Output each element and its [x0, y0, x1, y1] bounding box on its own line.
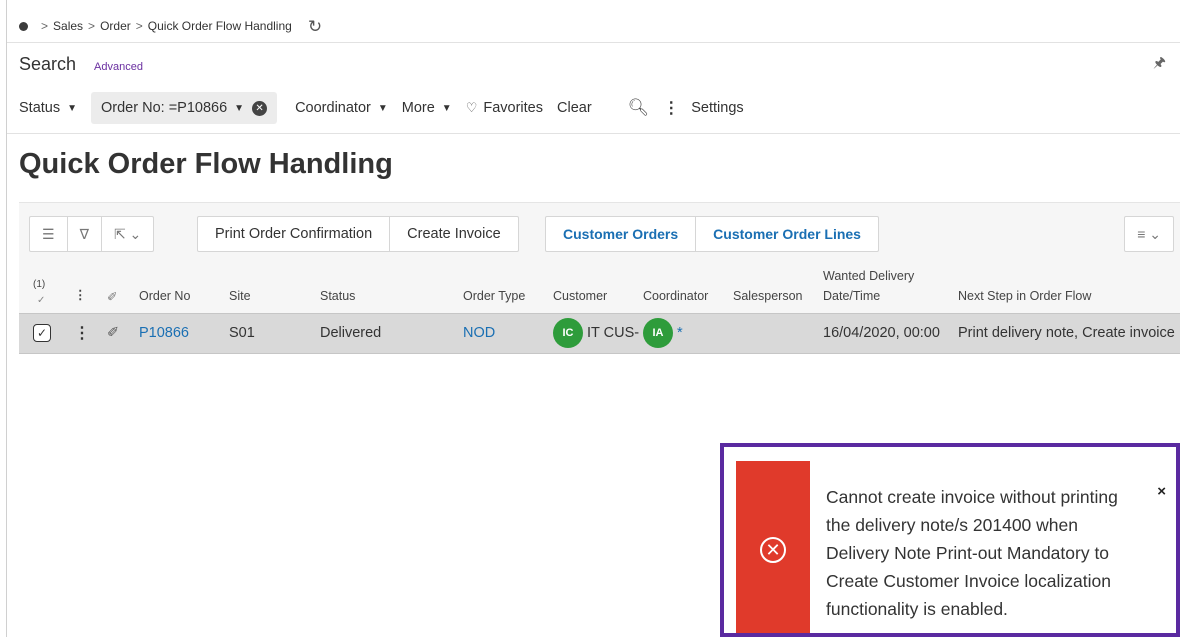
customer-avatar: IC — [553, 318, 583, 348]
pin-icon[interactable]: 🖈︎ — [1153, 52, 1166, 76]
column-customer[interactable]: Customer — [553, 289, 607, 303]
coordinator-cell[interactable]: IA * — [643, 318, 683, 348]
home-icon[interactable] — [19, 21, 28, 31]
action-buttons: Print Order Confirmation Create Invoice — [197, 216, 519, 252]
check-icon: ✓ — [37, 295, 46, 306]
search-icon[interactable]: 🔍︎ — [628, 98, 650, 118]
clear-filter-icon[interactable]: ✕ — [252, 100, 268, 116]
next-step-value: Print delivery note, Create invoice — [958, 325, 1175, 341]
settings-button[interactable]: Settings — [691, 100, 743, 116]
customer-orders-button[interactable]: Customer Orders — [546, 217, 697, 251]
coordinator-filter[interactable]: Coordinator ▼ — [295, 100, 388, 116]
customer-cell[interactable]: IC IT CUS- — [553, 318, 639, 348]
customer-order-lines-button[interactable]: Customer Order Lines — [696, 217, 878, 251]
column-wanted-delivery[interactable]: Wanted Delivery — [823, 269, 914, 283]
row-checkbox[interactable]: ✓ — [33, 324, 51, 342]
column-status[interactable]: Status — [320, 289, 355, 303]
grid-panel: ☰ ∇ ⇱ ⌄ Print Order Confirmation Create … — [19, 202, 1180, 354]
error-icon: ✕ — [760, 537, 786, 563]
column-coordinator[interactable]: Coordinator — [643, 289, 708, 303]
caret-down-icon: ▼ — [67, 102, 78, 114]
clear-button[interactable]: Clear — [557, 100, 592, 116]
attachment-icon: ✐ — [107, 290, 118, 304]
heart-icon: ♡ — [465, 100, 478, 115]
grid-tools: ☰ ∇ ⇱ ⌄ — [29, 216, 155, 252]
table-row[interactable]: ✓ ⋮ ✐ P10866 S01 Delivered NOD IC IT CUS… — [19, 313, 1180, 354]
search-title: Search — [19, 54, 77, 74]
layout-options: ≡ ⌄ — [1124, 216, 1174, 252]
more-options-icon[interactable]: ⋮ — [663, 98, 679, 118]
create-invoice-button[interactable]: Create Invoice — [390, 217, 518, 251]
more-filter-label: More — [401, 100, 435, 116]
order-type-link[interactable]: NOD — [463, 325, 495, 341]
wanted-delivery-value: 16/04/2020, 00:00 — [823, 325, 940, 341]
order-no-filter-chip[interactable]: Order No: =P10866 ▼ ✕ — [91, 92, 278, 124]
column-order-type[interactable]: Order Type — [463, 289, 525, 303]
breadcrumb: > Sales > Order > Quick Order Flow Handl… — [19, 14, 322, 38]
advanced-search-link[interactable]: Advanced — [94, 61, 143, 73]
clear-label: Clear — [557, 100, 592, 116]
column-order-no[interactable]: Order No — [139, 289, 190, 303]
divider — [7, 133, 1180, 134]
more-filter[interactable]: More ▼ — [402, 100, 452, 116]
breadcrumb-order[interactable]: Order — [100, 19, 131, 33]
status-value: Delivered — [320, 325, 382, 341]
order-no-link[interactable]: P10866 — [139, 325, 189, 341]
chevron-right-icon: > — [88, 19, 96, 33]
customer-value: IT CUS- — [587, 324, 640, 341]
refresh-icon[interactable]: ↻ — [308, 18, 322, 35]
error-toast-highlight: ✕ Cannot create invoice without printing… — [720, 443, 1180, 637]
row-menu-icon[interactable]: ⋮ — [74, 323, 90, 343]
attachment-icon[interactable]: ✐ — [107, 325, 119, 341]
coordinator-avatar: IA — [643, 318, 673, 348]
coordinator-filter-label: Coordinator — [295, 100, 371, 116]
chevron-right-icon: > — [135, 19, 143, 33]
divider — [7, 42, 1180, 43]
column-menu-icon[interactable]: ⋮ — [74, 287, 87, 302]
caret-down-icon: ▼ — [377, 102, 388, 114]
filter-bar: Status ▼ Order No: =P10866 ▼ ✕ Coordinat… — [19, 92, 744, 124]
error-toast-stripe: ✕ — [736, 461, 810, 633]
status-filter-label: Status — [19, 100, 61, 116]
caret-down-icon: ▼ — [441, 102, 452, 114]
column-wanted-delivery-sub: Date/Time — [823, 289, 881, 303]
breadcrumb-current: Quick Order Flow Handling — [147, 19, 292, 33]
navigation-buttons: Customer Orders Customer Order Lines — [545, 216, 879, 252]
search-header: Search Advanced — [19, 54, 143, 75]
favorites-label: Favorites — [483, 100, 543, 116]
close-icon[interactable]: × — [1157, 483, 1166, 500]
page-title: Quick Order Flow Handling — [19, 148, 393, 180]
breadcrumb-sales[interactable]: Sales — [53, 19, 83, 33]
order-no-filter-label: Order No: =P10866 — [101, 100, 228, 116]
column-salesperson[interactable]: Salesperson — [733, 289, 803, 303]
column-next-step[interactable]: Next Step in Order Flow — [958, 289, 1091, 303]
export-icon[interactable]: ⇱ ⌄ — [102, 217, 153, 251]
list-icon[interactable]: ☰ — [30, 217, 68, 251]
caret-down-icon[interactable]: ▼ — [234, 103, 244, 114]
chevron-right-icon: > — [41, 19, 49, 33]
error-message: Cannot create invoice without printing t… — [826, 487, 1118, 619]
column-layout-icon[interactable]: ≡ ⌄ — [1125, 217, 1173, 251]
filter-icon[interactable]: ∇ — [68, 217, 102, 251]
status-filter[interactable]: Status ▼ — [19, 100, 77, 116]
favorites-button[interactable]: ♡ Favorites — [466, 100, 543, 116]
selected-count: (1) — [33, 279, 46, 290]
site-value: S01 — [229, 325, 255, 341]
print-order-confirmation-button[interactable]: Print Order Confirmation — [198, 217, 391, 251]
coordinator-asterisk: * — [677, 324, 683, 341]
column-site[interactable]: Site — [229, 289, 251, 303]
